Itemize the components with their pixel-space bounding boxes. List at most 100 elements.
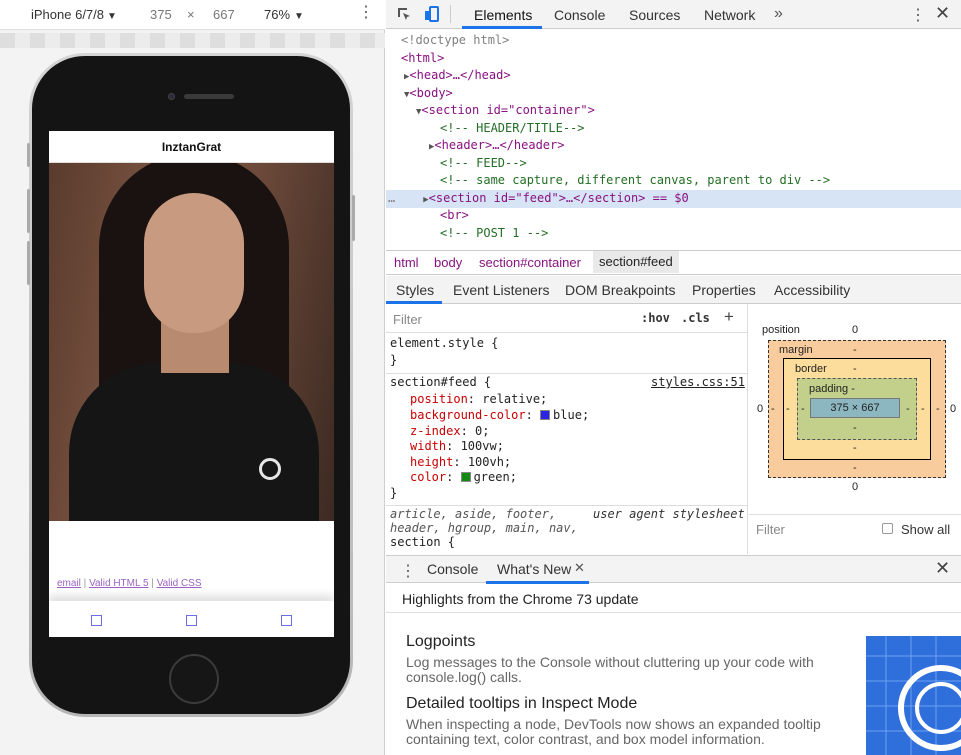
more-tabs-icon[interactable]: » (774, 5, 783, 23)
show-all-label: Show all (901, 522, 951, 537)
dropdown-caret-icon: ▼ (294, 11, 304, 22)
zoom-select[interactable]: 76% ▼ (264, 7, 304, 22)
node-actions-icon[interactable]: … (388, 191, 395, 205)
border-bottom: - (853, 442, 857, 454)
dimension-separator: × (187, 7, 195, 22)
dom-node[interactable]: <!doctype html> (386, 32, 961, 50)
camera-icon (168, 93, 175, 100)
position-right: 0 (950, 403, 957, 415)
dom-node[interactable]: ▼<section id="container"> (386, 102, 961, 120)
border-label: border (795, 363, 827, 375)
dom-node[interactable]: <!-- POST 1 --> (386, 225, 961, 243)
tab-accessibility[interactable]: Accessibility (774, 282, 850, 298)
color-swatch[interactable] (460, 472, 471, 482)
dom-node[interactable]: <br> (386, 207, 961, 225)
app-title: InztanGrat (49, 131, 334, 163)
height-input[interactable]: 667 (213, 7, 235, 22)
dom-node[interactable]: <html> (386, 50, 961, 68)
content-box[interactable]: 375 × 667 (810, 398, 900, 418)
padding-label: padding - (809, 383, 855, 395)
feature-title[interactable]: Detailed tooltips in Inspect Mode (406, 695, 637, 713)
ua-selector: section { (390, 535, 456, 549)
declaration[interactable]: height: 100vh; (410, 455, 511, 469)
elements-sub-tabs: Styles Event Listeners DOM Breakpoints P… (386, 276, 961, 304)
dom-node[interactable]: ▶<head>…</head> (386, 67, 961, 85)
element-style-selector[interactable]: element.style { (390, 336, 498, 350)
position-top: 0 (852, 324, 859, 336)
drawer-tab-whats-new[interactable]: What's New (497, 561, 571, 577)
tab-dom-breakpoints[interactable]: DOM Breakpoints (565, 282, 675, 298)
feature-description: Log messages to the Console without clut… (406, 654, 814, 685)
valid-html-link[interactable]: Valid HTML 5 (89, 578, 148, 589)
device-name: iPhone 6/7/8 (31, 7, 105, 22)
rule-selector[interactable]: section#feed { (390, 375, 491, 389)
class-toggle[interactable]: .cls (681, 311, 710, 325)
show-all-checkbox[interactable] (882, 523, 893, 534)
tab-styles[interactable]: Styles (396, 282, 434, 298)
close-brace: } (390, 486, 398, 500)
customize-devtools-icon[interactable]: ⋮ (910, 5, 926, 25)
padding-bottom: - (853, 422, 857, 434)
close-devtools-icon[interactable]: ✕ (935, 3, 950, 24)
breadcrumb-body[interactable]: body (434, 255, 462, 270)
tab-square-icon[interactable] (186, 615, 197, 626)
devtools-panel: Elements Console Sources Network » ⋮ ✕ <… (386, 0, 961, 755)
inspect-element-icon[interactable] (396, 6, 412, 22)
border-left: - (786, 403, 790, 415)
feature-title[interactable]: Logpoints (406, 633, 475, 651)
declaration[interactable]: color: green; (410, 470, 517, 484)
close-brace: } (390, 353, 398, 367)
tab-elements[interactable]: Elements (474, 7, 532, 23)
breadcrumb-feed[interactable]: section#feed (593, 251, 679, 273)
dom-node[interactable]: ▶<header>…</header> (386, 137, 961, 155)
email-link[interactable]: email (57, 578, 81, 589)
declaration[interactable]: position: relative; (410, 392, 547, 406)
zoom-value: 76% (264, 7, 291, 22)
feature-description: When inspecting a node, DevTools now sho… (406, 716, 821, 747)
border-right: - (921, 403, 925, 415)
tab-sources[interactable]: Sources (629, 7, 680, 23)
tab-event-listeners[interactable]: Event Listeners (453, 282, 550, 298)
valid-css-link[interactable]: Valid CSS (157, 578, 202, 589)
hover-state-toggle[interactable]: :hov (641, 311, 670, 325)
margin-label: margin (779, 344, 813, 356)
computed-filter-input[interactable]: Filter (756, 522, 785, 537)
speaker-grille (184, 94, 234, 99)
whats-new-panel: Highlights from the Chrome 73 update Log… (386, 584, 961, 755)
rule-source-link[interactable]: styles.css:51 (651, 375, 745, 389)
close-drawer-icon[interactable]: ✕ (935, 558, 950, 579)
declaration[interactable]: z-index: 0; (410, 424, 489, 438)
dom-node-selected[interactable]: … ▶<section id="feed">…</section> == $0 (386, 190, 961, 208)
device-toolbar-icon[interactable] (424, 6, 440, 22)
declaration[interactable]: width: 100vw; (410, 439, 504, 453)
breadcrumb-html[interactable]: html (394, 255, 419, 270)
tab-network[interactable]: Network (704, 7, 755, 23)
new-rule-icon[interactable]: + (724, 307, 734, 327)
margin-top: - (853, 344, 857, 356)
styles-pane: Filter :hov .cls + element.style { } sec… (386, 304, 748, 554)
home-button[interactable] (169, 654, 219, 704)
margin-left: - (771, 403, 775, 415)
drawer-tab-console[interactable]: Console (427, 561, 478, 577)
dom-node[interactable]: ▼<body> (386, 85, 961, 103)
width-input[interactable]: 375 (150, 7, 172, 22)
tab-square-icon[interactable] (91, 615, 102, 626)
breadcrumb-container[interactable]: section#container (479, 255, 581, 270)
drawer-menu-icon[interactable]: ⋮ (400, 561, 416, 581)
styles-filter-input[interactable]: Filter (393, 312, 422, 327)
dom-node[interactable]: <!-- FEED--> (386, 155, 961, 173)
dom-node[interactable]: <!-- HEADER/TITLE--> (386, 120, 961, 138)
close-tab-icon[interactable]: ✕ (574, 560, 585, 576)
device-select[interactable]: iPhone 6/7/8 ▼ (31, 7, 117, 22)
dropdown-caret-icon: ▼ (107, 11, 117, 22)
tab-console[interactable]: Console (554, 7, 605, 23)
drawer-tab-bar: ⋮ Console What's New ✕ ✕ (386, 555, 961, 584)
dom-node[interactable]: <!-- same capture, different canvas, par… (386, 172, 961, 190)
tab-properties[interactable]: Properties (692, 282, 756, 298)
more-options-icon[interactable]: ⋮ (358, 5, 374, 21)
ua-selector: article, aside, footer, (390, 507, 557, 521)
tab-square-icon[interactable] (281, 615, 292, 626)
color-swatch[interactable] (540, 410, 551, 420)
padding-left: - (801, 403, 805, 415)
declaration[interactable]: background-color: blue; (410, 408, 589, 422)
